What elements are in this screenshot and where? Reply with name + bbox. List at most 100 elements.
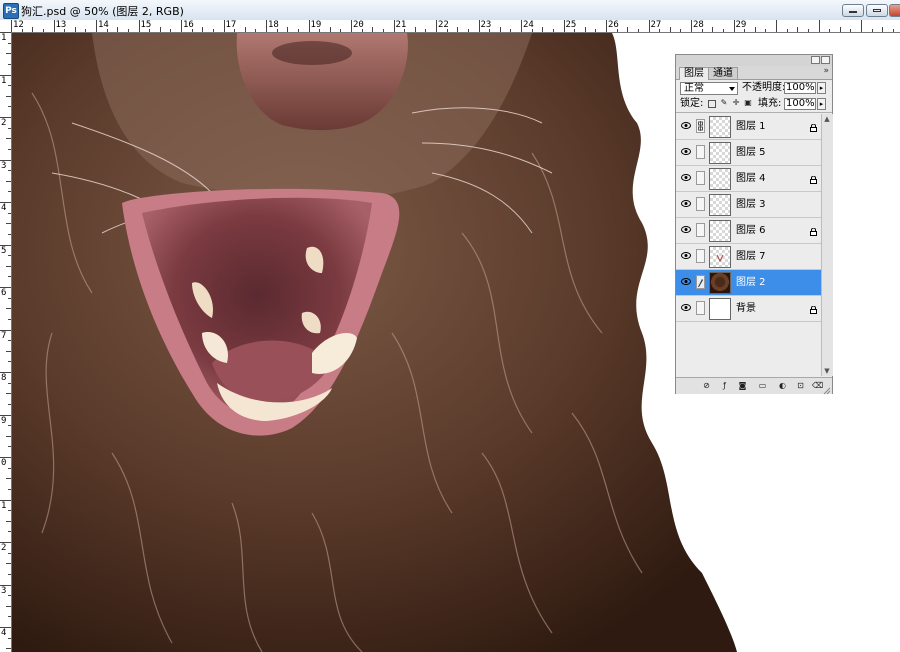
layer-name[interactable]: 图层 7: [736, 251, 766, 263]
eye-icon[interactable]: [681, 226, 691, 233]
tab-layers[interactable]: 图层: [679, 67, 709, 80]
ruler-tick: [96, 20, 97, 32]
layer-name[interactable]: 图层 5: [736, 147, 766, 159]
blend-mode-value: 正常: [684, 83, 704, 94]
ruler-tick: [6, 520, 11, 522]
layer-row[interactable]: 图层 5: [676, 140, 821, 166]
ruler-tick: [53, 20, 55, 32]
lock-transparency-icon[interactable]: [708, 100, 716, 108]
layer-link-box[interactable]: [696, 145, 705, 159]
panel-tabs: 图层 通道 »: [676, 66, 832, 80]
opacity-slider-button[interactable]: ▸: [817, 82, 826, 94]
layer-link-box[interactable]: [696, 223, 705, 237]
panel-resize-grip[interactable]: [823, 385, 831, 395]
layer-list-scrollbar[interactable]: ▲ ▼: [821, 114, 833, 376]
tab-channels[interactable]: 通道: [708, 67, 738, 79]
ruler-tick: [329, 27, 331, 32]
layer-row[interactable]: 背景: [676, 296, 821, 322]
ruler-number: 28: [693, 20, 704, 30]
fill-input[interactable]: 100%: [784, 98, 816, 110]
lock-position-icon[interactable]: ✛: [732, 99, 740, 107]
ruler-tick: [255, 29, 257, 32]
ruler-number: 17: [225, 20, 237, 30]
ruler-tick: [436, 20, 437, 32]
layer-link-box[interactable]: [696, 171, 705, 185]
ruler-tick: [8, 467, 11, 469]
minimize-button[interactable]: [842, 4, 864, 17]
vertical-ruler[interactable]: 1 1 2 3 4 5 6 7 8 9 0 1 2 3 4: [0, 32, 12, 652]
ruler-tick: [8, 425, 11, 427]
layer-row[interactable]: 图层 3: [676, 192, 821, 218]
layer-row[interactable]: 图层 6: [676, 218, 821, 244]
eye-icon[interactable]: [681, 200, 691, 207]
scroll-up-icon[interactable]: ▲: [822, 114, 832, 124]
document-title-bar[interactable]: Ps 狗汇.psd @ 50% (图层 2, RGB): [0, 0, 900, 21]
link-layers-icon[interactable]: ⊘: [702, 381, 711, 390]
layer-link-icon[interactable]: [696, 119, 705, 133]
layer-name[interactable]: 图层 3: [736, 199, 766, 211]
ruler-number: 16: [183, 20, 194, 30]
ruler-number: 24: [523, 20, 534, 30]
eye-icon[interactable]: [681, 304, 691, 311]
layer-link-box[interactable]: [696, 249, 705, 263]
lock-icon: [810, 122, 817, 132]
layer-link-box[interactable]: [696, 197, 705, 211]
eye-icon[interactable]: [681, 148, 691, 155]
layer-name[interactable]: 图层 1: [736, 121, 766, 133]
scroll-down-icon[interactable]: ▼: [822, 366, 832, 376]
layer-thumbnail: [709, 168, 731, 190]
panel-close-button[interactable]: [821, 56, 830, 64]
horizontal-ruler[interactable]: 12 13 14 15 16 17 18 19 20 21 22 23 24 25 26 27 28 29: [11, 20, 900, 33]
lock-paint-icon[interactable]: ✎: [720, 99, 728, 107]
ruler-tick: [8, 297, 11, 299]
layer-row[interactable]: 图层 4: [676, 166, 821, 192]
ruler-tick: [202, 27, 204, 32]
fill-slider-button[interactable]: ▸: [817, 98, 826, 110]
ruler-tick: [6, 563, 11, 565]
eye-icon[interactable]: [681, 122, 691, 129]
layers-panel[interactable]: 图层 通道 » 正常 不透明度: 100% ▸ 锁定: ✎ ✛ ▣ 填充: 10…: [675, 54, 833, 395]
ruler-number: 20: [353, 20, 364, 30]
new-layer-icon[interactable]: ⊡: [796, 381, 805, 390]
layer-name[interactable]: 图层 6: [736, 225, 766, 237]
layer-name[interactable]: 图层 2: [736, 277, 766, 289]
ruler-tick: [776, 20, 777, 32]
layer-link-box[interactable]: [696, 301, 705, 315]
blend-mode-select[interactable]: 正常: [680, 82, 738, 95]
close-button[interactable]: [889, 4, 900, 17]
brush-icon[interactable]: [696, 275, 705, 289]
ruler-tick: [308, 20, 310, 32]
panel-minimize-button[interactable]: [811, 56, 820, 64]
eye-icon[interactable]: [681, 278, 691, 285]
ruler-tick: [181, 20, 182, 32]
panel-menu-icon[interactable]: »: [823, 66, 829, 76]
adjustment-layer-icon[interactable]: ◐: [778, 381, 787, 390]
layer-mask-icon[interactable]: ◙: [738, 381, 747, 390]
eye-icon[interactable]: [681, 252, 691, 259]
new-group-icon[interactable]: ▭: [758, 381, 767, 390]
ruler-number: 12: [13, 20, 24, 30]
maximize-button[interactable]: [866, 4, 888, 17]
ruler-tick: [765, 29, 767, 32]
layer-style-icon[interactable]: ƒ: [720, 381, 729, 390]
ruler-number: 25: [565, 20, 577, 30]
eye-icon[interactable]: [681, 174, 691, 181]
layer-name[interactable]: 图层 4: [736, 173, 766, 185]
ruler-number: 29: [735, 20, 747, 30]
opacity-input[interactable]: 100%: [784, 82, 816, 94]
layer-row[interactable]: 图层 1: [676, 114, 821, 140]
ruler-tick: [414, 27, 416, 32]
ruler-number: 22: [438, 20, 449, 30]
ruler-tick: [829, 29, 831, 32]
lock-all-icon[interactable]: ▣: [744, 99, 752, 107]
ruler-tick: [8, 637, 11, 639]
ruler-tick: [8, 552, 11, 554]
fill-label: 填充:: [758, 98, 782, 109]
ruler-tick: [457, 27, 459, 32]
ruler-tick: [6, 648, 11, 650]
layer-name[interactable]: 背景: [736, 303, 756, 315]
ruler-tick: [8, 191, 11, 193]
layer-row-selected[interactable]: 图层 2: [676, 270, 821, 296]
layer-row[interactable]: 图层 7: [676, 244, 821, 270]
delete-layer-icon[interactable]: ⌫: [812, 381, 823, 390]
